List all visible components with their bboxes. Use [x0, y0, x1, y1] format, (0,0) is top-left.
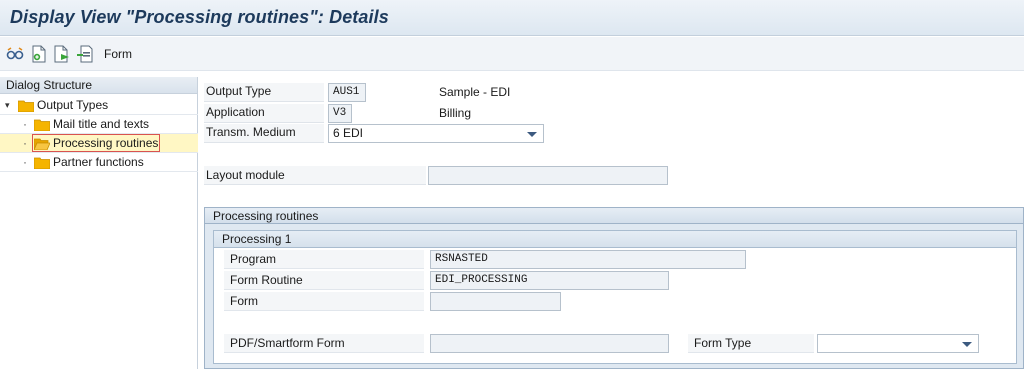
new-entries-icon[interactable] [30, 45, 48, 63]
form-label: Form [224, 292, 424, 311]
glasses-other-view-icon[interactable] [6, 45, 24, 63]
pdf-smartform-field[interactable] [430, 334, 669, 353]
processing-1-group: Processing 1 Program RSNASTED Form Routi… [213, 230, 1017, 364]
application-toolbar: Form [0, 37, 1024, 71]
application-label: Application [206, 105, 265, 119]
program-label: Program [224, 250, 424, 269]
copy-as-icon[interactable] [53, 45, 71, 63]
layout-module-label-box: Layout module [204, 166, 426, 185]
expand-arrow-icon[interactable]: ▾ [5, 96, 10, 114]
folder-icon [17, 99, 35, 113]
output-type-label-box: Output Type [204, 83, 324, 102]
form-type-label: Form Type [688, 334, 814, 353]
tree-item-label: Mail title and texts [53, 117, 150, 131]
output-type-field[interactable]: AUS1 [328, 83, 366, 102]
form-type-dropdown[interactable] [817, 334, 979, 353]
tree-bullet-icon: · [23, 155, 27, 169]
layout-module-field[interactable] [428, 166, 668, 185]
transm-medium-value: 6 EDI [333, 126, 364, 140]
transm-medium-label-box: Transm. Medium [204, 124, 324, 143]
application-field[interactable]: V3 [328, 104, 352, 123]
dropdown-arrow-icon[interactable] [962, 342, 972, 347]
tree-item-label: Partner functions [53, 155, 144, 169]
folder-icon [33, 156, 51, 170]
page-title: Display View "Processing routines": Deta… [10, 7, 389, 27]
tree-item-mail-title-and-texts[interactable]: · Mail title and texts [0, 115, 198, 133]
folder-icon [33, 118, 51, 132]
form-button[interactable]: Form [104, 47, 132, 61]
tree-bullet-icon: · [23, 136, 27, 150]
processing-routines-header: Processing routines [205, 208, 1023, 224]
output-type-label: Output Type [206, 84, 272, 98]
tree-item-label: Processing routines [53, 136, 159, 150]
transm-medium-dropdown[interactable]: 6 EDI [328, 124, 544, 143]
tree-item-output-types[interactable]: ▾ Output Types [0, 96, 198, 114]
form-routine-label: Form Routine [224, 271, 424, 290]
output-type-description: Sample - EDI [439, 85, 511, 99]
delete-icon[interactable] [76, 45, 94, 63]
dialog-structure-pane: Dialog Structure ▾ Output Types · Mail t… [0, 77, 198, 369]
form-field[interactable] [430, 292, 561, 311]
processing-routines-group: Processing routines Processing 1 Program… [204, 207, 1024, 369]
tree-bullet-icon: · [23, 117, 27, 131]
transm-medium-label: Transm. Medium [206, 125, 296, 139]
tree-item-label: Output Types [37, 98, 109, 112]
processing-1-header: Processing 1 [214, 231, 1016, 248]
application-label-box: Application [204, 104, 324, 123]
tree-item-partner-functions[interactable]: · Partner functions [0, 153, 198, 171]
pdf-smartform-label: PDF/Smartform Form [224, 334, 424, 353]
dialog-structure-header: Dialog Structure [0, 77, 197, 94]
layout-module-label: Layout module [206, 168, 285, 182]
tree-item-processing-routines[interactable]: · Processing routines [0, 134, 198, 152]
application-description: Billing [439, 106, 472, 120]
title-bar: Display View "Processing routines": Deta… [0, 0, 1024, 36]
open-folder-icon [33, 137, 51, 151]
form-routine-field[interactable]: EDI_PROCESSING [430, 271, 669, 290]
program-field[interactable]: RSNASTED [430, 250, 746, 269]
dropdown-arrow-icon[interactable] [527, 132, 537, 137]
